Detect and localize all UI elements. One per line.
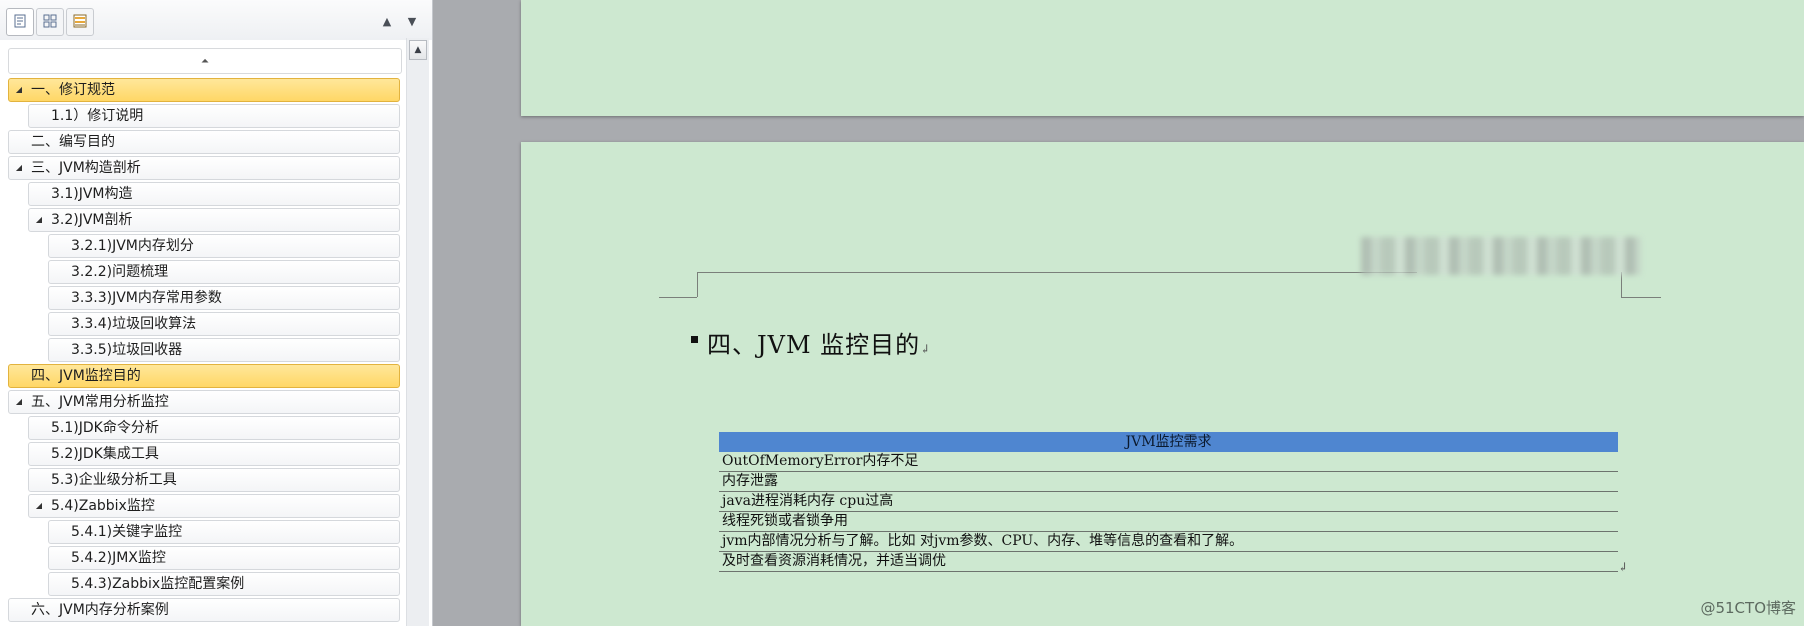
heading-tree: ⏶ ◢ 一、修订规范 1.1）修订说明二、编写目的 ◢ 三、JVM构造剖析 3.1)JVM…: [8, 48, 402, 626]
table-end-mark: ↲: [1617, 560, 1628, 574]
nav-heading-label: 5.1)JDK命令分析: [51, 420, 159, 436]
header-rule: [697, 272, 1417, 273]
heading-four[interactable]: 四、JVM 监控目的↲: [691, 325, 931, 360]
header-rule-right: [1621, 297, 1661, 298]
header-rule-corner-left: [697, 272, 698, 297]
nav-heading-item[interactable]: 5.4.3)Zabbix监控配置案例: [48, 572, 400, 596]
nav-heading-item[interactable]: 5.4.2)JMX监控: [48, 546, 400, 570]
nav-heading-item[interactable]: 5.3)企业级分析工具: [28, 468, 400, 492]
collapse-up-icon: ⏶: [201, 55, 209, 67]
nav-heading-label: 5.4.1)关键字监控: [71, 524, 183, 540]
requirements-table[interactable]: JVM监控需求 OutOfMemoryError内存不足 内存泄露 java进程消耗…: [719, 432, 1628, 574]
blurred-header-text: [1361, 237, 1641, 275]
nav-heading-label: 二、编写目的: [31, 134, 115, 150]
header-rule-corner-right: [1621, 272, 1622, 297]
nav-heading-label: 3.3.4)垃圾回收算法: [71, 316, 197, 332]
table-row: 线程死锁或者锁争用: [719, 512, 1618, 532]
heading-bullet: [691, 336, 698, 343]
nav-heading-item[interactable]: ◢ 一、修订规范: [8, 78, 400, 102]
nav-heading-label: 三、JVM构造剖析: [31, 160, 141, 176]
nav-toolbar: ▲ ▼: [0, 0, 432, 40]
watermark: @51CTO博客: [1700, 599, 1796, 617]
expand-triangle-icon[interactable]: ◢: [33, 209, 45, 231]
expand-triangle-icon[interactable]: ◢: [33, 495, 45, 517]
table-row: OutOfMemoryError内存不足: [719, 452, 1618, 472]
scroll-up-button[interactable]: ▲: [409, 40, 427, 60]
scroll-up-icon: ▲: [414, 45, 422, 55]
nav-heading-label: 3.3.5)垃圾回收器: [71, 342, 183, 358]
table-header: JVM监控需求: [719, 432, 1618, 452]
nav-heading-item[interactable]: ◢ 5.4)Zabbix监控: [28, 494, 400, 518]
table-row: jvm内部情况分析与了解。比如 对jvm参数、CPU、内存、堆等信息的查看和了解…: [719, 532, 1618, 552]
current-page: 四、JVM 监控目的↲ JVM监控需求 OutOfMemoryError内存不足…: [521, 142, 1804, 626]
nav-heading-label: 5.3)企业级分析工具: [51, 472, 177, 488]
nav-heading-label: 3.2.2)问题梳理: [71, 264, 169, 280]
heading-text: 四、JVM 监控目的: [707, 331, 921, 359]
browse-headings-button[interactable]: [6, 8, 34, 36]
thumbnails-icon: [43, 13, 57, 32]
nav-heading-label: 六、JVM内存分析案例: [31, 602, 169, 618]
nav-heading-label: 一、修订规范: [31, 82, 115, 98]
nav-heading-label: 3.1)JVM构造: [51, 186, 133, 202]
nav-heading-item[interactable]: 六、JVM内存分析案例: [8, 598, 400, 622]
nav-heading-item[interactable]: 四、JVM监控目的: [8, 364, 400, 388]
expand-triangle-icon[interactable]: ◢: [13, 79, 25, 101]
browse-results-button[interactable]: [66, 8, 94, 36]
nav-heading-item[interactable]: 3.3.4)垃圾回收算法: [48, 312, 400, 336]
nav-heading-label: 1.1）修订说明: [51, 108, 144, 124]
nav-heading-label: 5.4.2)JMX监控: [71, 550, 166, 566]
nav-heading-item[interactable]: 1.1）修订说明: [28, 104, 400, 128]
nav-heading-item[interactable]: 二、编写目的: [8, 130, 400, 154]
nav-heading-item[interactable]: ◢ 五、JVM常用分析监控: [8, 390, 400, 414]
previous-page: [521, 0, 1804, 116]
results-icon: [73, 13, 87, 32]
paragraph-mark: ↲: [920, 342, 931, 356]
document-icon: [14, 13, 26, 32]
nav-heading-item[interactable]: ◢ 三、JVM构造剖析: [8, 156, 400, 180]
nav-heading-item[interactable]: 5.2)JDK集成工具: [28, 442, 400, 466]
expand-triangle-icon[interactable]: ◢: [13, 391, 25, 413]
table-row: java进程消耗内存 cpu过高: [719, 492, 1618, 512]
nav-heading-label: 5.4.3)Zabbix监控配置案例: [71, 576, 245, 592]
nav-heading-item[interactable]: 5.1)JDK命令分析: [28, 416, 400, 440]
expand-triangle-icon[interactable]: ◢: [13, 157, 25, 179]
nav-heading-item[interactable]: ◢ 3.2)JVM剖析: [28, 208, 400, 232]
nav-heading-item[interactable]: 3.3.5)垃圾回收器: [48, 338, 400, 362]
nav-scrollbar[interactable]: ▲: [406, 38, 429, 626]
nav-heading-label: 3.2)JVM剖析: [51, 212, 133, 228]
nav-heading-item[interactable]: 3.1)JVM构造: [28, 182, 400, 206]
nav-heading-label: 3.3.3)JVM内存常用参数: [71, 290, 222, 306]
document-area[interactable]: 四、JVM 监控目的↲ JVM监控需求 OutOfMemoryError内存不足…: [433, 0, 1804, 626]
nav-heading-label: 五、JVM常用分析监控: [31, 394, 169, 410]
navigation-pane: ▲ ▼ ⏶ ◢ 一、修订规范 1.1）修订说明二、编写目的 ◢ 三、JVM构造剖析 3.1…: [0, 0, 433, 626]
collapse-all-button[interactable]: ⏶: [8, 48, 402, 74]
previous-result-button[interactable]: ▲: [378, 12, 396, 30]
nav-heading-label: 5.2)JDK集成工具: [51, 446, 159, 462]
nav-heading-label: 5.4)Zabbix监控: [51, 498, 155, 514]
triangle-down-icon: ▼: [407, 14, 417, 28]
header-rule-left: [659, 297, 697, 298]
nav-heading-item[interactable]: 3.2.1)JVM内存划分: [48, 234, 400, 258]
table-row: 及时查看资源消耗情况，并适当调优: [719, 552, 1618, 572]
nav-heading-item[interactable]: 3.2.2)问题梳理: [48, 260, 400, 284]
nav-heading-item[interactable]: 3.3.3)JVM内存常用参数: [48, 286, 400, 310]
triangle-up-icon: ▲: [382, 14, 392, 28]
nav-heading-label: 四、JVM监控目的: [31, 368, 141, 384]
nav-heading-item[interactable]: 5.4.1)关键字监控: [48, 520, 400, 544]
nav-heading-label: 3.2.1)JVM内存划分: [71, 238, 194, 254]
browse-pages-button[interactable]: [36, 8, 64, 36]
table-row: 内存泄露: [719, 472, 1618, 492]
next-result-button[interactable]: ▼: [403, 12, 421, 30]
